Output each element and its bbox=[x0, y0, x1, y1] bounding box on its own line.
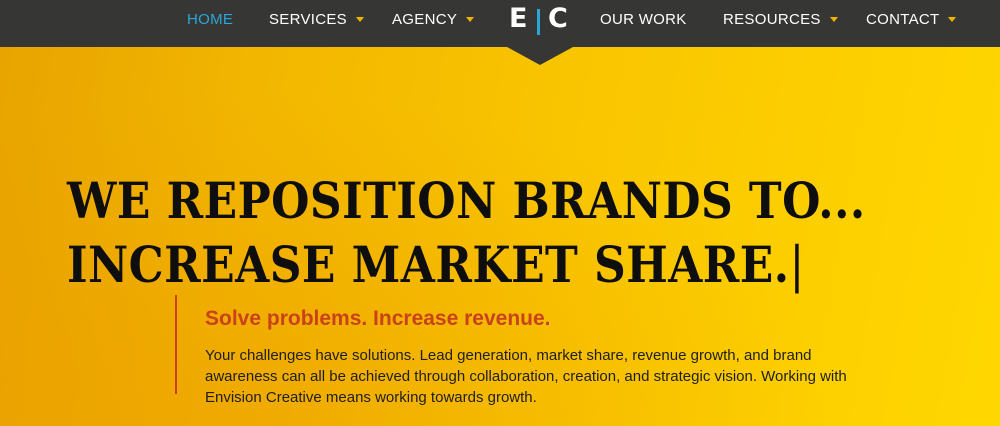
nav-item-label: RESOURCES bbox=[723, 11, 821, 28]
chevron-down-icon bbox=[356, 16, 364, 22]
nav-item-agency[interactable]: AGENCY bbox=[392, 0, 475, 40]
headline-line-2-text: INCREASE MARKET SHARE. bbox=[67, 234, 790, 294]
main-navigation: HOME SERVICES AGENCY E C OUR WORK RESOUR… bbox=[0, 0, 1000, 47]
chevron-down-icon bbox=[466, 16, 475, 22]
nav-item-home[interactable]: HOME bbox=[187, 0, 233, 40]
logo-letter-c: C bbox=[548, 3, 568, 34]
nav-item-label: CONTACT bbox=[866, 11, 940, 28]
logo-divider bbox=[537, 9, 540, 35]
nav-item-our-work[interactable]: OUR WORK bbox=[600, 0, 687, 40]
headline-line-1: WE REPOSITION BRANDS TO... bbox=[67, 170, 866, 230]
hero-subheading: Solve problems. Increase revenue. bbox=[205, 307, 551, 331]
hero-headline: WE REPOSITION BRANDS TO... INCREASE MARK… bbox=[67, 169, 866, 297]
nav-item-services[interactable]: SERVICES bbox=[269, 0, 364, 40]
quote-accent-bar bbox=[175, 295, 177, 394]
nav-logo-notch bbox=[507, 47, 573, 65]
nav-item-label: OUR WORK bbox=[600, 11, 687, 28]
nav-item-label: AGENCY bbox=[392, 11, 458, 28]
site-logo[interactable]: E C bbox=[506, 3, 574, 39]
hero-description: Your challenges have solutions. Lead gen… bbox=[205, 347, 847, 406]
headline-line-2: INCREASE MARKET SHARE.| bbox=[67, 233, 841, 297]
nav-item-contact[interactable]: CONTACT bbox=[866, 0, 957, 40]
chevron-down-icon bbox=[829, 16, 838, 22]
logo-letter-e: E bbox=[509, 3, 528, 34]
typing-cursor: | bbox=[789, 235, 805, 294]
chevron-down-icon bbox=[948, 16, 957, 22]
nav-item-label: HOME bbox=[187, 11, 234, 28]
nav-item-resources[interactable]: RESOURCES bbox=[723, 0, 838, 40]
nav-item-label: SERVICES bbox=[269, 11, 347, 28]
